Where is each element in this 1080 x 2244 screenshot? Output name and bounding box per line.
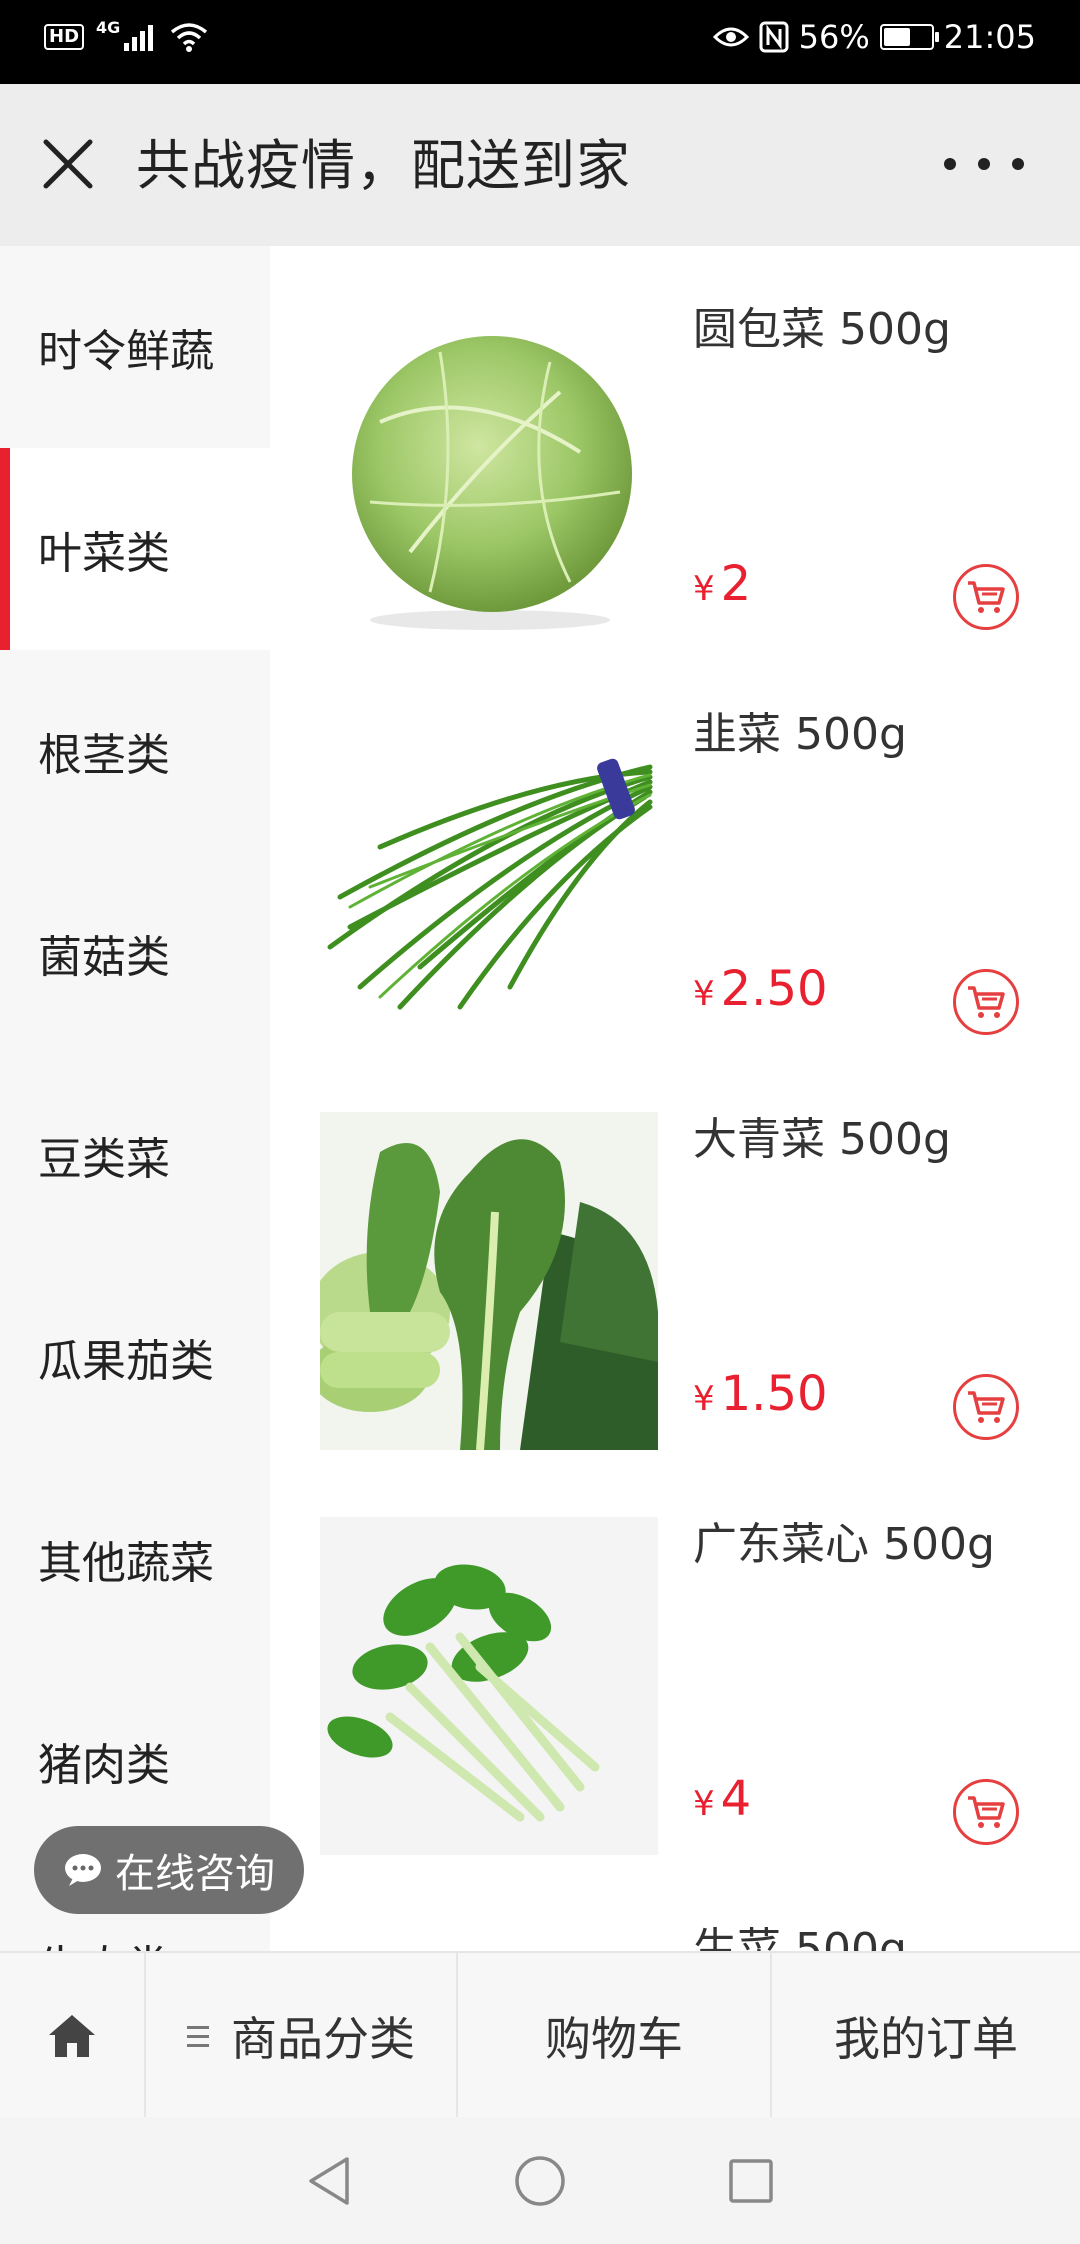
status-right: 56% 21:05 [712,18,1036,56]
nfc-icon [759,21,789,53]
recents-square-icon[interactable] [727,2157,775,2205]
sidebar-item-leafy[interactable]: 叶菜类 [0,448,270,650]
cart-icon [968,581,1005,613]
sidebar-item-label: 菌菇类 [38,932,170,983]
home-icon [49,2015,95,2057]
nav-cart[interactable]: 购物车 [458,1953,772,2119]
product-name: 圆包菜 500g [693,304,951,355]
currency-symbol: ¥ [693,1784,715,1824]
status-bar: HD 4G 56% 21:05 [0,0,1080,84]
back-triangle-icon[interactable] [305,2155,353,2207]
nav-categories-label: 商品分类 [231,2012,415,2066]
price-value: 2 [720,556,752,612]
nav-orders[interactable]: 我的订单 [772,1953,1080,2119]
sidebar-item-label: 瓜果茄类 [38,1336,214,1387]
product-image[interactable] [320,302,658,640]
sidebar-item-label: 根茎类 [38,730,170,781]
cart-icon [968,986,1005,1018]
product-image[interactable] [320,1517,658,1855]
status-left: HD 4G [44,18,208,52]
nav-orders-label: 我的订单 [834,2012,1018,2066]
sidebar-item-beans[interactable]: 豆类菜 [0,1054,270,1256]
sidebar-item-label: 时令鲜蔬 [38,326,214,377]
product-item[interactable]: 生菜 500g [270,1866,1080,1951]
sidebar-item-label: 猪肉类 [38,1740,170,1791]
close-icon [43,139,93,189]
page-title: 共战疫情，配送到家 [136,134,631,197]
product-price: ¥ 2 [693,556,751,612]
nav-cart-label: 购物车 [545,2012,683,2066]
sidebar-item-mushroom[interactable]: 菌菇类 [0,852,270,1054]
nav-categories[interactable]: 商品分类 [146,1953,458,2119]
wifi-icon [171,23,208,52]
battery-percent: 56% [798,18,870,56]
cabbage-image [352,336,632,630]
sidebar-item-melons[interactable]: 瓜果茄类 [0,1256,270,1458]
online-consult-button[interactable]: 在线咨询 [34,1826,304,1914]
currency-symbol: ¥ [693,1379,715,1419]
eye-icon [712,27,749,47]
product-item[interactable]: 韭菜 500g ¥ 2.50 [270,651,1080,1056]
nav-home[interactable] [0,1953,146,2119]
battery-fill [883,28,910,46]
battery-icon [879,24,939,50]
system-nav-bar [0,2117,1080,2244]
menu-icon [187,2025,209,2047]
sidebar-item-seasonal[interactable]: 时令鲜蔬 [0,246,270,448]
product-price: ¥ 1.50 [693,1366,828,1422]
sidebar-item-label: 牛肉类 [38,1931,170,1951]
network-label: 4G [96,17,121,37]
currency-symbol: ¥ [693,974,715,1014]
chat-bubble-icon [65,1854,101,1886]
product-image[interactable] [320,707,658,1045]
add-to-cart-button[interactable] [953,1779,1019,1845]
cart-icon [968,1796,1005,1828]
product-name: 韭菜 500g [693,709,907,760]
price-value: 1.50 [720,1366,828,1422]
clock: 21:05 [943,18,1036,56]
sidebar-item-root[interactable]: 根茎类 [0,650,270,852]
sidebar-item-other-veg[interactable]: 其他蔬菜 [0,1458,270,1660]
more-options-button[interactable] [944,144,1024,184]
add-to-cart-button[interactable] [953,969,1019,1035]
sidebar-item-label: 豆类菜 [38,1134,170,1185]
home-circle-icon[interactable] [513,2154,567,2208]
more-dot-icon [978,158,990,170]
bok-choy-image [320,1112,658,1450]
more-dot-icon [1012,158,1024,170]
bottom-nav: 商品分类 购物车 我的订单 [0,1951,1080,2119]
price-value: 4 [720,1771,752,1827]
chives-image [327,758,653,1010]
product-name: 大青菜 500g [693,1114,951,1165]
product-list: 圆包菜 500g ¥ 2 韭菜 500g ¥ 2.50 大青菜 500g ¥ 1… [270,246,1080,1951]
product-price: ¥ 4 [693,1771,751,1827]
choy-sum-image [320,1517,658,1855]
currency-symbol: ¥ [693,569,715,609]
close-button[interactable] [38,134,98,194]
product-name: 广东菜心 500g [693,1519,995,1570]
product-item[interactable]: 圆包菜 500g ¥ 2 [270,246,1080,651]
sidebar-item-label: 其他蔬菜 [38,1538,214,1589]
product-image[interactable] [320,1112,658,1450]
consult-label: 在线咨询 [115,1851,275,1897]
hd-badge: HD [44,24,85,50]
cart-icon [968,1391,1005,1423]
add-to-cart-button[interactable] [953,564,1019,630]
sidebar-item-label: 叶菜类 [38,528,170,579]
price-value: 2.50 [720,961,828,1017]
more-dot-icon [944,158,956,170]
category-sidebar: 时令鲜蔬 叶菜类 根茎类 菌菇类 豆类菜 瓜果茄类 其他蔬菜 猪肉类 牛肉类 [0,246,270,1951]
product-item[interactable]: 大青菜 500g ¥ 1.50 [270,1056,1080,1461]
product-price: ¥ 2.50 [693,961,828,1017]
product-name: 生菜 500g [693,1924,907,1951]
signal-icon [124,25,154,51]
product-item[interactable]: 广东菜心 500g ¥ 4 [270,1461,1080,1866]
add-to-cart-button[interactable] [953,1374,1019,1440]
app-header: 共战疫情，配送到家 [0,84,1080,246]
